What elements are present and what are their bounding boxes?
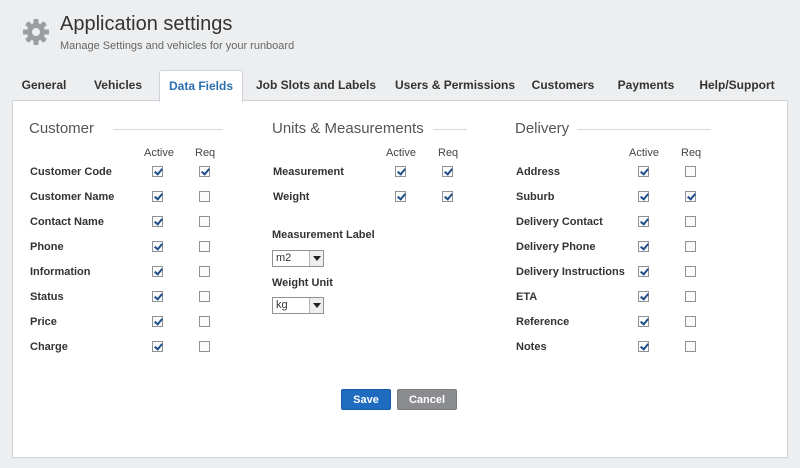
- units-section-divider: [433, 129, 467, 130]
- reference-active-checkbox[interactable]: [638, 316, 649, 327]
- units-section-title: Units & Measurements: [272, 120, 424, 137]
- customer-req-header: Req: [195, 147, 216, 159]
- price-active-checkbox[interactable]: [152, 316, 163, 327]
- delivery-instructions-req-checkbox[interactable]: [685, 266, 696, 277]
- address-active-checkbox[interactable]: [638, 166, 649, 177]
- phone-active-checkbox[interactable]: [152, 241, 163, 252]
- charge-active-checkbox[interactable]: [152, 341, 163, 352]
- customer-row-label: Contact Name: [30, 216, 104, 228]
- gear-icon: [23, 19, 49, 45]
- delivery-row-label: Suburb: [516, 191, 555, 203]
- units-active-header: Active: [386, 147, 416, 159]
- suburb-req-checkbox[interactable]: [685, 191, 696, 202]
- suburb-active-checkbox[interactable]: [638, 191, 649, 202]
- price-req-checkbox[interactable]: [199, 316, 210, 327]
- customer-section-title: Customer: [29, 120, 95, 137]
- customer-name-active-checkbox[interactable]: [152, 191, 163, 202]
- tab-help-support[interactable]: Help/Support: [697, 76, 777, 101]
- reference-req-checkbox[interactable]: [685, 316, 696, 327]
- tab-vehicles[interactable]: Vehicles: [86, 76, 150, 101]
- charge-req-checkbox[interactable]: [199, 341, 210, 352]
- delivery-row-label: ETA: [516, 291, 538, 303]
- measurement-label-select[interactable]: m2: [272, 250, 324, 267]
- chevron-down-icon: [309, 298, 323, 313]
- customer-row-label: Customer Code: [30, 166, 112, 178]
- eta-req-checkbox[interactable]: [685, 291, 696, 302]
- weight-unit-select[interactable]: kg: [272, 297, 324, 314]
- page-title: Application settings: [60, 13, 233, 35]
- weight-req-checkbox[interactable]: [442, 191, 453, 202]
- customer-row-label: Customer Name: [30, 191, 115, 203]
- customer-row-label: Information: [30, 266, 91, 278]
- customer-name-req-checkbox[interactable]: [199, 191, 210, 202]
- delivery-row-label: Notes: [516, 341, 547, 353]
- units-req-header: Req: [438, 147, 459, 159]
- delivery-req-header: Req: [681, 147, 702, 159]
- customer-row-label: Phone: [30, 241, 64, 253]
- delivery-section-divider: [577, 129, 711, 130]
- weight-active-checkbox[interactable]: [395, 191, 406, 202]
- data-fields-panel: Customer Active Req Customer Code Custom…: [12, 100, 788, 458]
- contact-name-req-checkbox[interactable]: [199, 216, 210, 227]
- delivery-instructions-active-checkbox[interactable]: [638, 266, 649, 277]
- delivery-active-header: Active: [629, 147, 659, 159]
- delivery-section-title: Delivery: [515, 120, 570, 137]
- tab-users-permissions[interactable]: Users & Permissions: [395, 76, 515, 101]
- delivery-row-label: Delivery Instructions: [516, 266, 625, 278]
- delivery-contact-req-checkbox[interactable]: [685, 216, 696, 227]
- status-req-checkbox[interactable]: [199, 291, 210, 302]
- tab-data-fields[interactable]: Data Fields: [159, 70, 243, 102]
- customer-active-header: Active: [144, 147, 174, 159]
- customer-code-req-checkbox[interactable]: [199, 166, 210, 177]
- tab-payments[interactable]: Payments: [613, 76, 679, 101]
- delivery-phone-req-checkbox[interactable]: [685, 241, 696, 252]
- delivery-row-label: Delivery Contact: [516, 216, 603, 228]
- address-req-checkbox[interactable]: [685, 166, 696, 177]
- customer-row-label: Status: [30, 291, 64, 303]
- page-header: Application settings Manage Settings and…: [0, 0, 800, 70]
- save-button[interactable]: Save: [341, 389, 391, 410]
- measurement-active-checkbox[interactable]: [395, 166, 406, 177]
- customer-row-label: Charge: [30, 341, 68, 353]
- settings-tabs: General Vehicles Data Fields Job Slots a…: [12, 70, 788, 102]
- measurement-label-value: m2: [276, 252, 292, 264]
- delivery-contact-active-checkbox[interactable]: [638, 216, 649, 227]
- phone-req-checkbox[interactable]: [199, 241, 210, 252]
- customer-row-label: Price: [30, 316, 57, 328]
- delivery-row-label: Address: [516, 166, 561, 178]
- delivery-row-label: Reference: [516, 316, 570, 328]
- cancel-button[interactable]: Cancel: [397, 389, 457, 410]
- notes-active-checkbox[interactable]: [638, 341, 649, 352]
- tab-job-slots-and-labels[interactable]: Job Slots and Labels: [256, 76, 376, 101]
- contact-name-active-checkbox[interactable]: [152, 216, 163, 227]
- units-row-label: Weight: [273, 191, 310, 203]
- information-req-checkbox[interactable]: [199, 266, 210, 277]
- notes-req-checkbox[interactable]: [685, 341, 696, 352]
- weight-unit-field-label: Weight Unit: [272, 277, 333, 289]
- status-active-checkbox[interactable]: [152, 291, 163, 302]
- measurement-label-field-label: Measurement Label: [272, 229, 375, 241]
- page-subtitle: Manage Settings and vehicles for your ru…: [60, 40, 295, 52]
- units-row-label: Measurement: [273, 166, 344, 178]
- eta-active-checkbox[interactable]: [638, 291, 649, 302]
- tab-general[interactable]: General: [12, 76, 76, 101]
- measurement-req-checkbox[interactable]: [442, 166, 453, 177]
- tab-customers[interactable]: Customers: [528, 76, 598, 101]
- chevron-down-icon: [309, 251, 323, 266]
- customer-section-divider: [113, 129, 223, 130]
- information-active-checkbox[interactable]: [152, 266, 163, 277]
- delivery-phone-active-checkbox[interactable]: [638, 241, 649, 252]
- delivery-row-label: Delivery Phone: [516, 241, 596, 253]
- customer-code-active-checkbox[interactable]: [152, 166, 163, 177]
- weight-unit-value: kg: [276, 299, 288, 311]
